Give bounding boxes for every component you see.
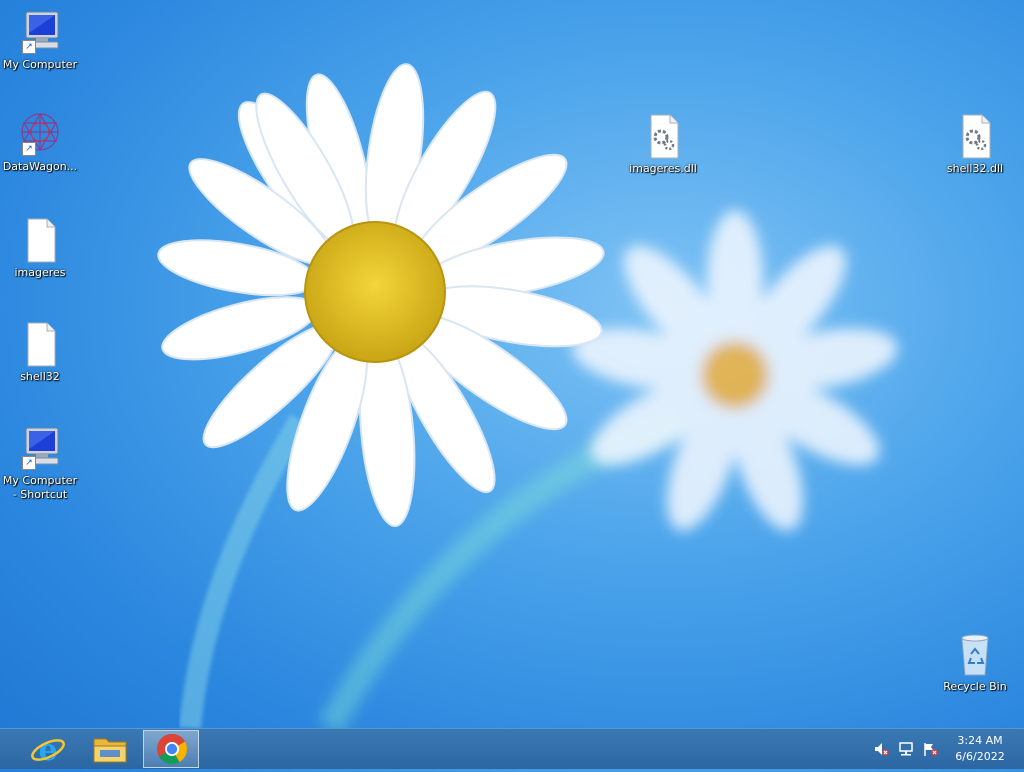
dll-file-icon (639, 112, 687, 160)
file-explorer-icon (93, 738, 127, 763)
desktop-icon-label: imageres.dll (629, 162, 697, 175)
speaker-muted-icon[interactable] (873, 741, 889, 757)
desktop-icon-my-computer-shortcut[interactable]: ↗ My Computer - Shortcut (0, 424, 80, 502)
desktop-icon-label: Recycle Bin (943, 680, 1007, 693)
clock-time: 3:24 AM (957, 734, 1003, 747)
desktop-icon-label: imageres (14, 266, 66, 279)
desktop-icon-recycle-bin[interactable]: Recycle Bin (935, 630, 1015, 694)
svg-text:e: e (38, 733, 57, 768)
desktop-icon-label: shell32 (20, 370, 60, 383)
desktop-icon-my-computer[interactable]: ↗ My Computer (0, 8, 80, 72)
desktop-icon-imageres-dll[interactable]: imageres.dll (623, 112, 703, 176)
chrome-icon (157, 733, 188, 765)
file-icon (16, 320, 64, 368)
network-icon[interactable] (898, 741, 914, 757)
desktop-icon-label: DataWagon... (2, 160, 78, 173)
desktop-icon-label: My Computer - Shortcut (2, 474, 78, 501)
desktop-icon-shell32[interactable]: shell32 (0, 320, 80, 384)
taskbar-app-chrome[interactable] (143, 730, 199, 768)
computer-icon: ↗ (16, 424, 64, 472)
desktop-icon-imageres[interactable]: imageres (0, 216, 80, 280)
internet-explorer-icon: e (31, 733, 65, 768)
shortcut-arrow-icon: ↗ (22, 40, 36, 54)
desktop-icon-label: shell32.dll (946, 162, 1004, 175)
taskbar: e 3:24 AM 6/6/2022 (0, 728, 1024, 769)
file-icon (16, 216, 64, 264)
desktop-wallpaper (157, 63, 898, 728)
taskbar-app-internet-explorer[interactable]: e (20, 730, 76, 768)
clock-date: 6/6/2022 (955, 750, 1005, 763)
dll-file-icon (951, 112, 999, 160)
recycle-bin-icon (951, 630, 999, 678)
desktop-icon-label: My Computer (2, 58, 78, 71)
shortcut-arrow-icon: ↗ (22, 142, 36, 156)
datawagon-icon: ↗ (16, 110, 64, 158)
shortcut-arrow-icon: ↗ (22, 456, 36, 470)
taskbar-clock[interactable]: 3:24 AM 6/6/2022 (950, 733, 1010, 765)
desktop-icon-datawagon[interactable]: ↗ DataWagon... (0, 110, 80, 174)
desktop-icon-shell32-dll[interactable]: shell32.dll (935, 112, 1015, 176)
computer-icon: ↗ (16, 8, 64, 56)
action-center-flag-icon[interactable] (922, 741, 938, 757)
taskbar-app-file-explorer[interactable] (82, 730, 138, 768)
